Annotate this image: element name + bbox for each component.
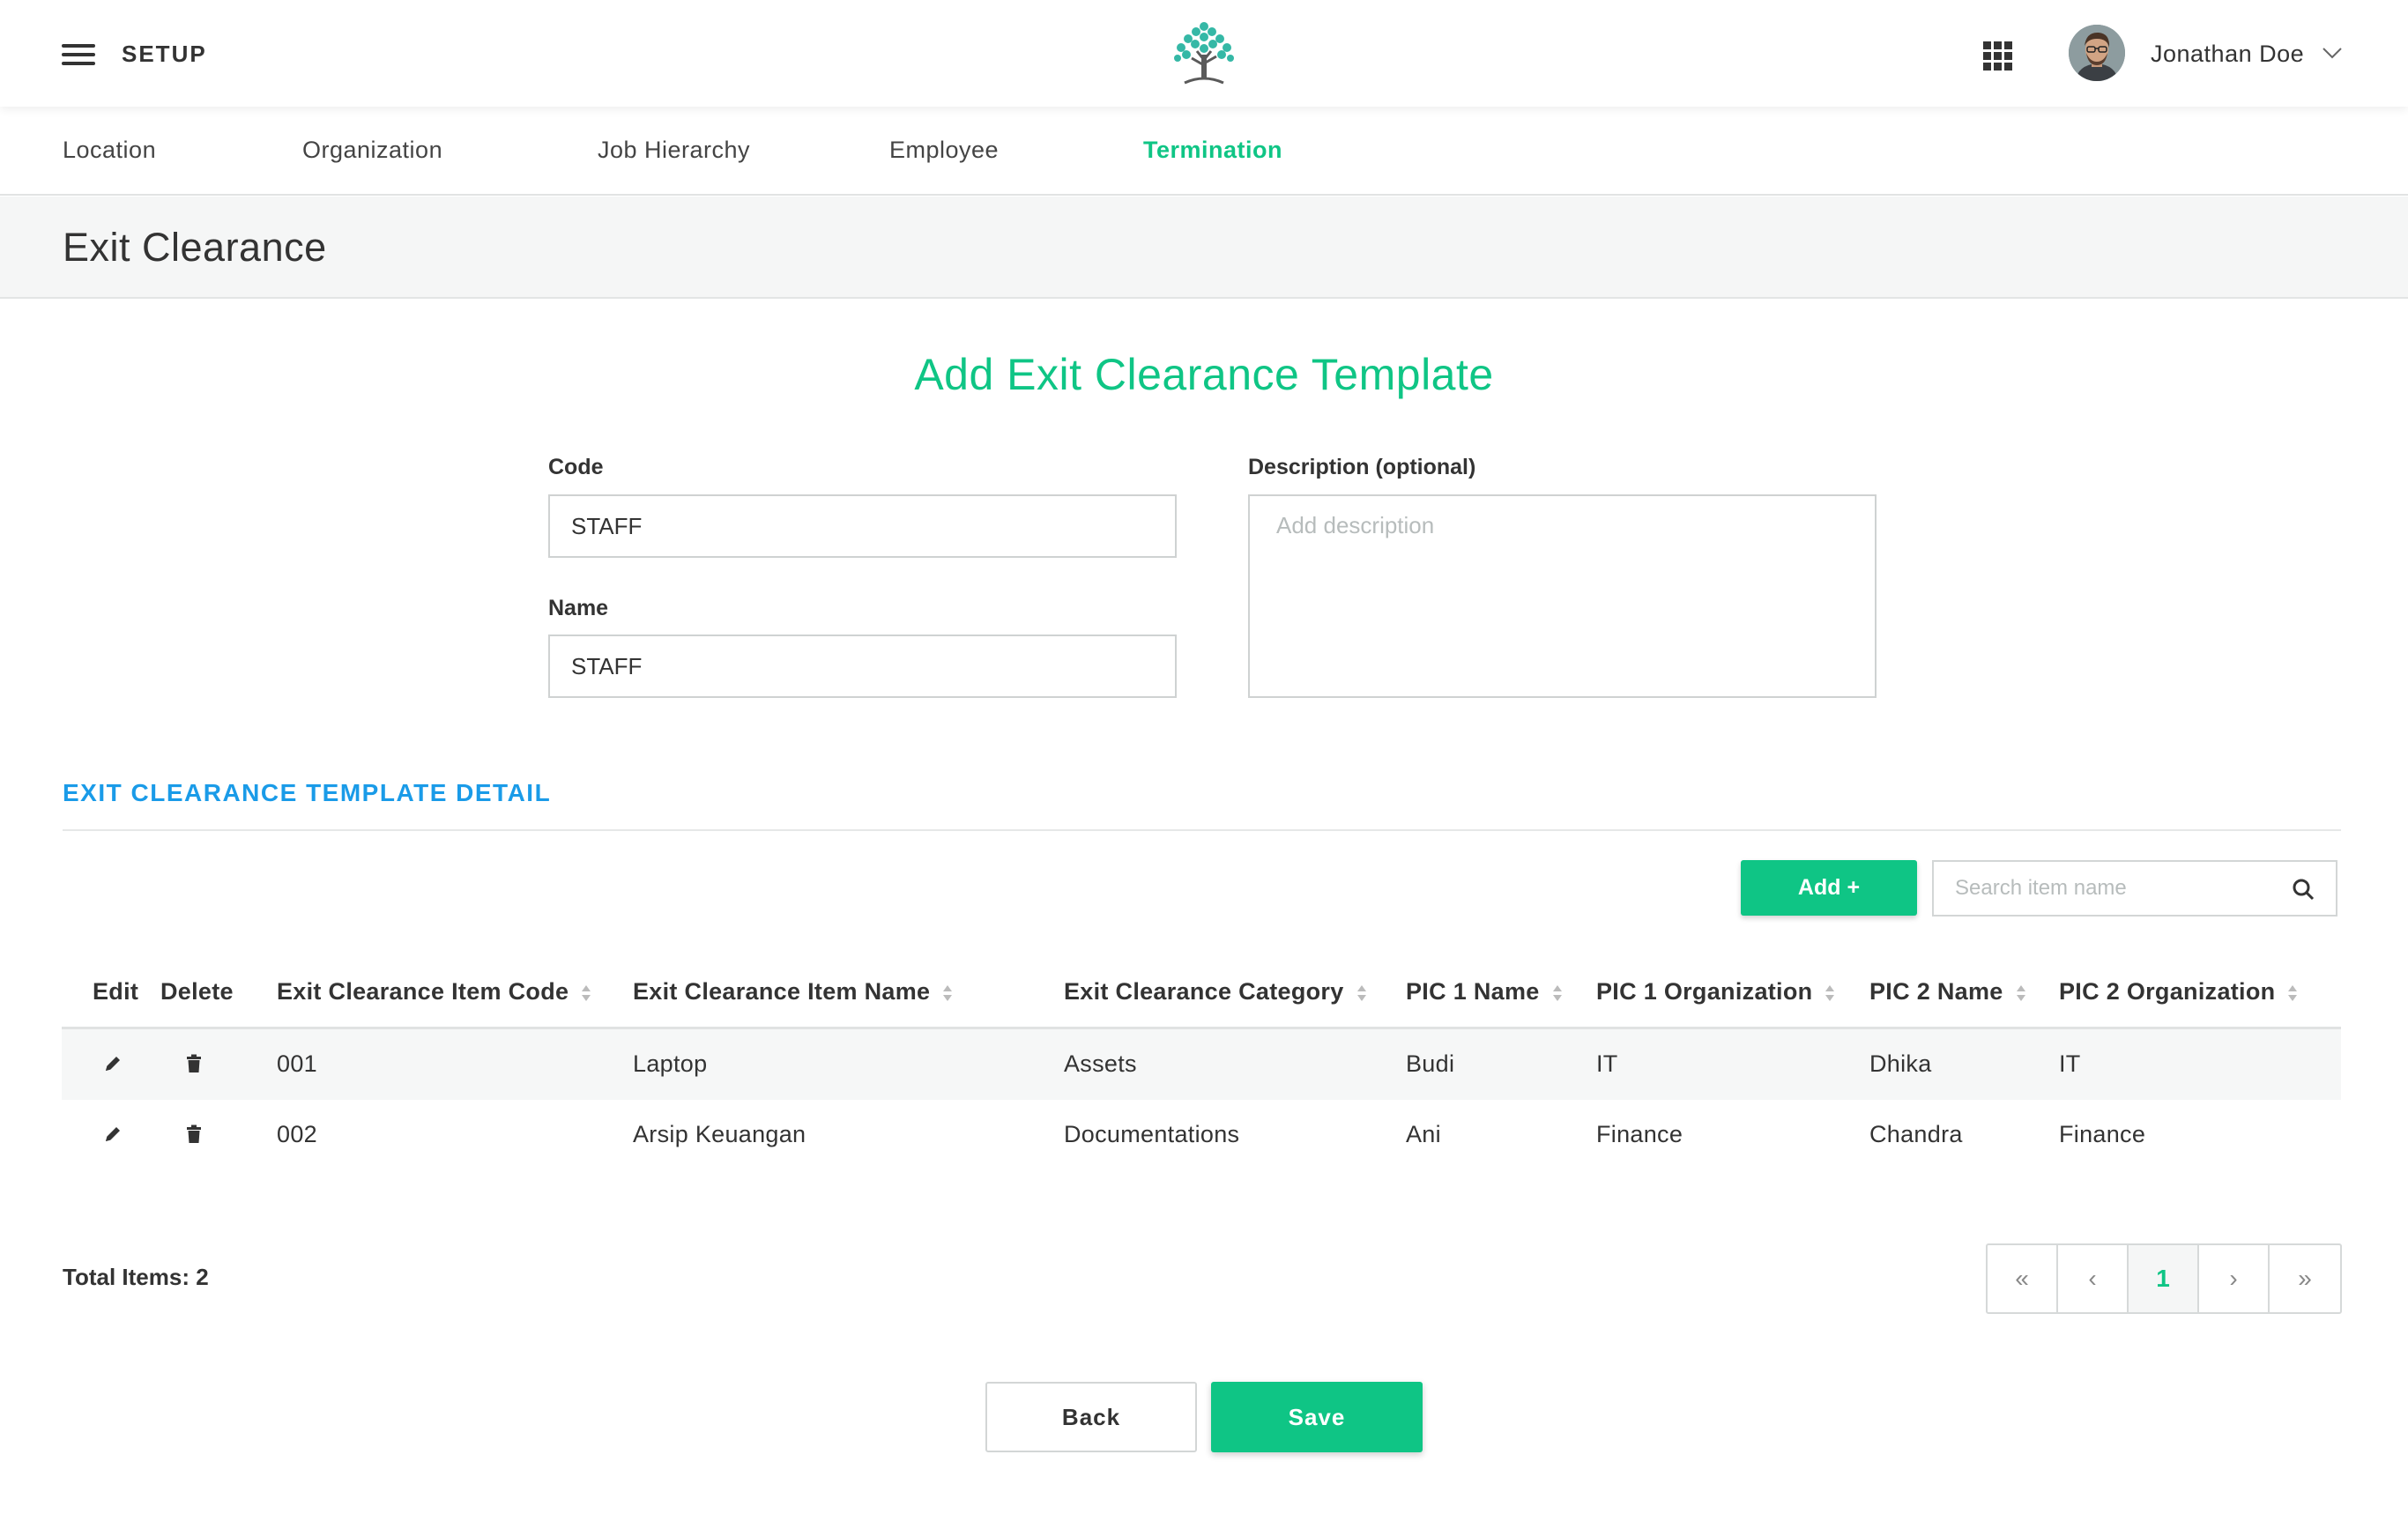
cell-pic2-organization: Finance (2059, 1121, 2146, 1147)
tab-employee[interactable]: Employee (889, 137, 999, 164)
cell-pic1-organization: IT (1596, 1050, 1618, 1077)
col-pic1-organization-label: PIC 1 Organization (1596, 978, 1813, 1005)
cell-pic2-name: Dhika (1869, 1050, 1932, 1077)
first-page-button[interactable]: « (1988, 1245, 2058, 1312)
search-box (1932, 860, 2337, 917)
cell-item-name: Laptop (633, 1050, 708, 1077)
pencil-icon[interactable] (102, 1124, 123, 1145)
total-items: Total Items: 2 (63, 1264, 209, 1290)
name-label: Name (548, 596, 609, 620)
page-number-current[interactable]: 1 (2129, 1245, 2199, 1312)
sort-icon[interactable] (1552, 983, 1563, 1003)
avatar[interactable] (2069, 25, 2125, 81)
cell-item-code: 001 (277, 1050, 317, 1077)
section-divider (63, 829, 2341, 831)
page-title: Exit Clearance (63, 225, 327, 270)
exit-clearance-detail-table: Edit Delete Exit Clearance Item Code Exi… (62, 961, 2341, 1170)
cell-pic1-name: Ani (1406, 1121, 1441, 1147)
cell-pic2-organization: IT (2059, 1050, 2081, 1077)
sort-icon[interactable] (942, 983, 953, 1003)
tab-job-hierarchy[interactable]: Job Hierarchy (598, 137, 750, 164)
tree-logo (1174, 22, 1234, 85)
col-pic1-name-label: PIC 1 Name (1406, 978, 1540, 1005)
search-input[interactable] (1934, 862, 2269, 915)
search-icon[interactable] (2292, 878, 2315, 901)
prev-page-button[interactable]: ‹ (2058, 1245, 2129, 1312)
add-item-button[interactable]: Add + (1741, 860, 1917, 916)
col-delete: Delete (160, 978, 234, 1005)
user-name[interactable]: Jonathan Doe (2151, 41, 2304, 68)
tab-location[interactable]: Location (63, 137, 156, 164)
tab-termination[interactable]: Termination (1143, 137, 1282, 164)
col-pic2-organization-label: PIC 2 Organization (2059, 978, 2276, 1005)
col-edit: Edit (93, 978, 139, 1005)
trash-icon[interactable] (183, 1124, 204, 1145)
pencil-icon[interactable] (102, 1053, 123, 1074)
pagination: « ‹ 1 › » (1986, 1243, 2342, 1314)
col-category-label: Exit Clearance Category (1064, 978, 1344, 1005)
col-pic1-name[interactable]: PIC 1 Name (1406, 978, 1563, 1006)
description-label: Description (optional) (1248, 455, 1476, 479)
save-button[interactable]: Save (1211, 1382, 1423, 1452)
tab-organization[interactable]: Organization (302, 137, 442, 164)
col-pic2-organization[interactable]: PIC 2 Organization (2059, 978, 2298, 1006)
table-header: Edit Delete Exit Clearance Item Code Exi… (62, 961, 2341, 1029)
menu-icon[interactable] (62, 44, 95, 65)
code-label: Code (548, 455, 604, 479)
cell-pic2-name: Chandra (1869, 1121, 1963, 1147)
next-page-button[interactable]: › (2199, 1245, 2270, 1312)
cell-item-code: 002 (277, 1121, 317, 1147)
col-item-code[interactable]: Exit Clearance Item Code (277, 978, 591, 1006)
sort-icon[interactable] (1825, 983, 1835, 1003)
table-row: 001 Laptop Assets Budi IT Dhika IT (62, 1029, 2341, 1100)
detail-section-title: EXIT CLEARANCE TEMPLATE DETAIL (63, 779, 552, 806)
trash-icon[interactable] (183, 1053, 204, 1074)
page-title-bar: Exit Clearance (0, 197, 2408, 299)
col-item-name-label: Exit Clearance Item Name (633, 978, 931, 1005)
last-page-button[interactable]: » (2270, 1245, 2340, 1312)
cell-category: Documentations (1064, 1121, 1240, 1147)
sort-icon[interactable] (2287, 983, 2298, 1003)
name-input[interactable] (548, 635, 1177, 698)
sort-icon[interactable] (1356, 983, 1367, 1003)
code-input[interactable] (548, 494, 1177, 558)
sort-icon[interactable] (2016, 983, 2026, 1003)
section-label: SETUP (122, 41, 207, 67)
chevron-down-icon[interactable] (2322, 46, 2343, 60)
apps-grid-icon[interactable] (1983, 41, 2013, 71)
col-category[interactable]: Exit Clearance Category (1064, 978, 1367, 1006)
col-pic2-name[interactable]: PIC 2 Name (1869, 978, 2026, 1006)
table-row: 002 Arsip Keuangan Documentations Ani Fi… (62, 1100, 2341, 1170)
top-header: SETUP Jonathan Doe (0, 0, 2408, 107)
sort-icon[interactable] (581, 983, 591, 1003)
col-item-code-label: Exit Clearance Item Code (277, 978, 569, 1005)
cell-pic1-name: Budi (1406, 1050, 1455, 1077)
col-pic2-name-label: PIC 2 Name (1869, 978, 2003, 1005)
form-title: Add Exit Clearance Template (914, 350, 1494, 399)
sub-navigation: Location Organization Job Hierarchy Empl… (0, 107, 2408, 196)
col-pic1-organization[interactable]: PIC 1 Organization (1596, 978, 1835, 1006)
description-textarea[interactable] (1248, 494, 1877, 698)
back-button[interactable]: Back (985, 1382, 1197, 1452)
cell-pic1-organization: Finance (1596, 1121, 1683, 1147)
cell-item-name: Arsip Keuangan (633, 1121, 806, 1147)
col-item-name[interactable]: Exit Clearance Item Name (633, 978, 953, 1006)
cell-category: Assets (1064, 1050, 1137, 1077)
